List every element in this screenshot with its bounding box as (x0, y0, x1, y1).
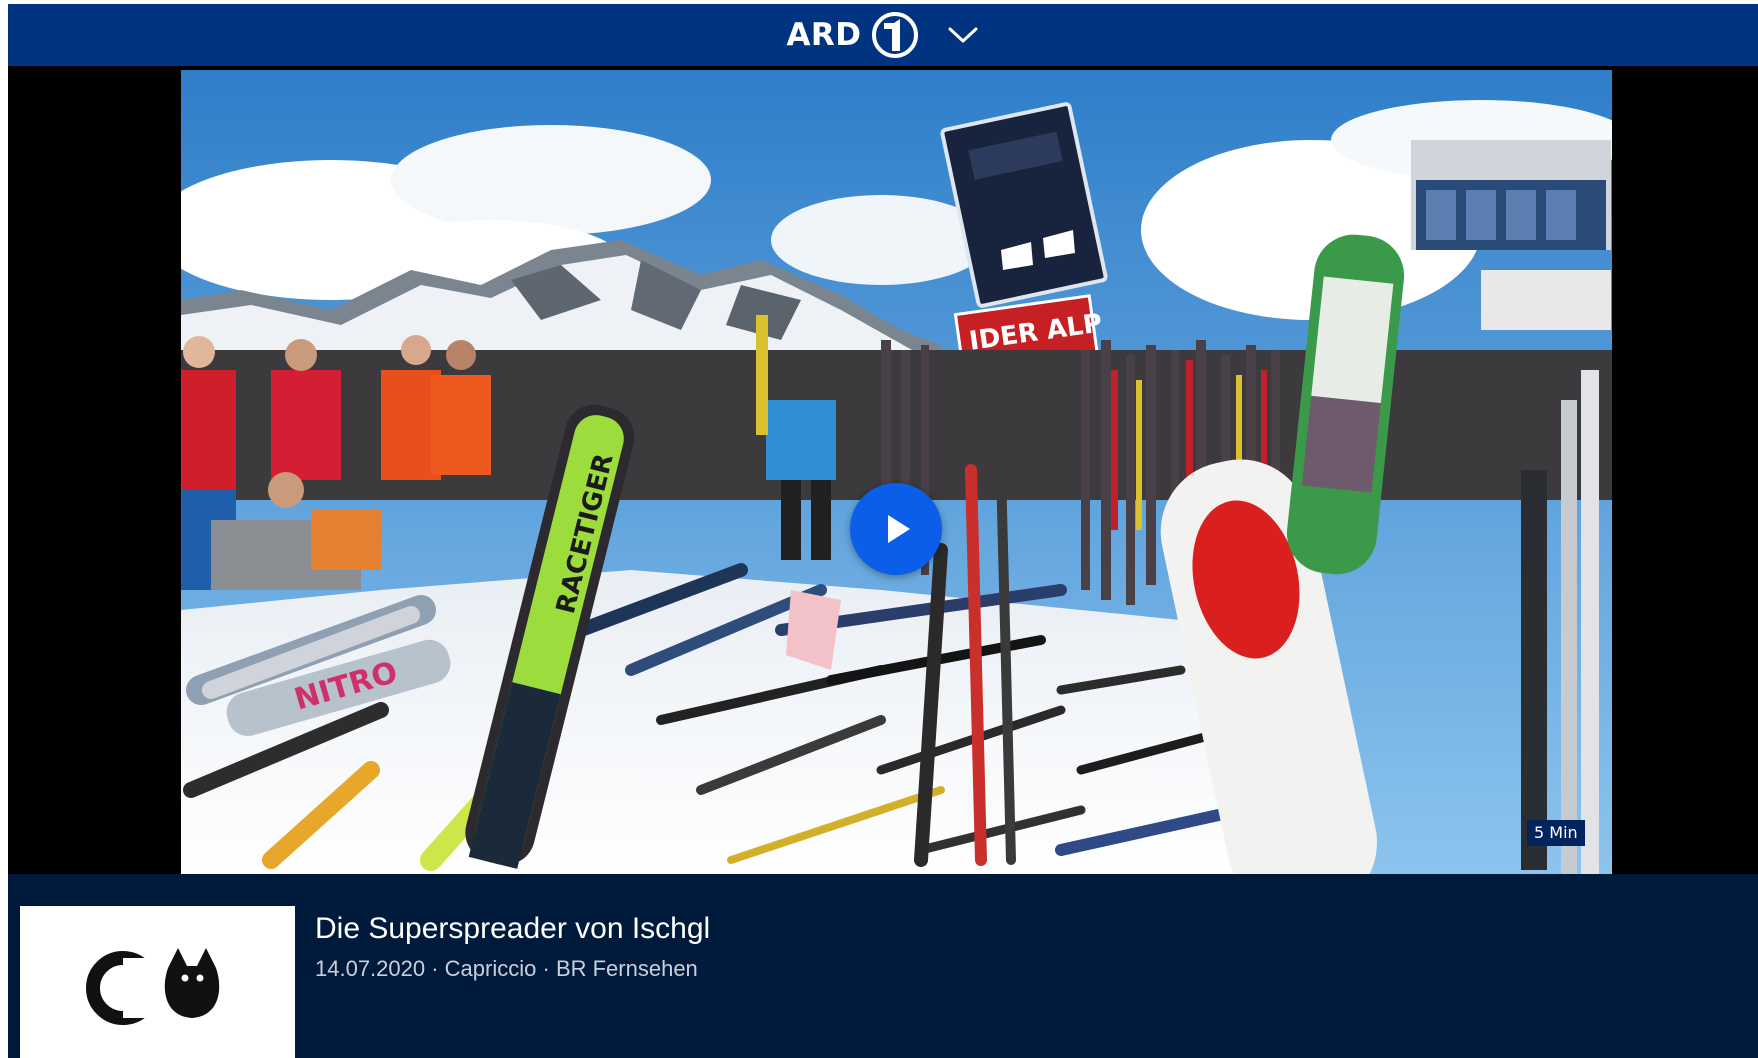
app-window: ARD IDER ALP RACETIGER NITRO 5 Min Die S… (8, 4, 1758, 1058)
meta-separator: · (536, 956, 556, 981)
chevron-down-icon[interactable] (946, 24, 980, 46)
header-bar: ARD (8, 4, 1758, 66)
teaser-show[interactable]: Capriccio (445, 956, 537, 981)
teaser-title[interactable]: Die Superspreader von Ischgl (315, 912, 710, 946)
teaser-info: Die Superspreader von Ischgl 14.07.2020 … (8, 874, 1758, 1058)
video-still[interactable]: IDER ALP RACETIGER NITRO (181, 70, 1612, 874)
duration-badge: 5 Min (1527, 820, 1585, 846)
video-player[interactable]: IDER ALP RACETIGER NITRO 5 Min (8, 66, 1758, 874)
ard-one-logo-icon (871, 12, 918, 58)
channel-switcher[interactable]: ARD (786, 10, 979, 60)
teaser-date: 14.07.2020 (315, 956, 426, 981)
play-icon (888, 515, 910, 543)
teaser-channel[interactable]: BR Fernsehen (556, 956, 698, 981)
play-button[interactable] (850, 483, 942, 575)
brand-text: ARD (786, 17, 862, 53)
teaser-meta: 14.07.2020 · Capriccio · BR Fernsehen (315, 956, 698, 982)
meta-separator: · (425, 956, 445, 981)
show-thumbnail[interactable] (20, 906, 295, 1058)
capriccio-logo-icon (86, 948, 220, 1025)
ski-slope-image: IDER ALP RACETIGER NITRO (181, 70, 1612, 874)
